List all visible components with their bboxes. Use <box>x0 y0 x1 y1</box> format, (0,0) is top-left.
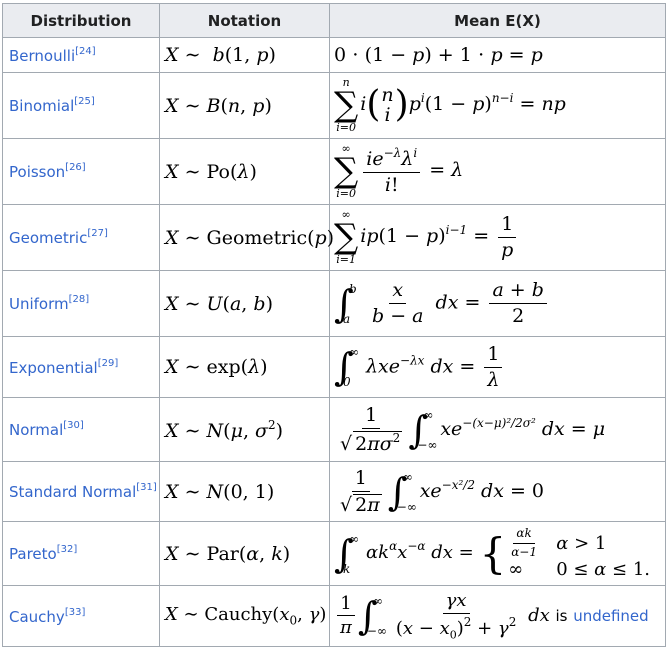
distribution-link[interactable]: Pareto <box>9 545 57 563</box>
mean-formula: ∫ ∞ k αkαx−α dx = {αk α−1 α > 1 ∞ 0 ≤ α ≤ 1. <box>329 521 666 586</box>
header-distribution: Distribution <box>2 3 160 38</box>
distribution-link[interactable]: Cauchy <box>9 608 65 626</box>
header-mean: Mean E(X) <box>329 3 666 38</box>
mean-formula: 1 √ 2πσ2 ∫ ∞ −∞ xe−(x−μ)²/2σ² dx = μ <box>329 397 666 462</box>
mean-formula: n ∑ i=0 i(n i) pi(1 − p)n−i = np <box>329 72 666 139</box>
reference-link[interactable]: [28] <box>69 294 90 305</box>
distribution-link[interactable]: Uniform <box>9 295 69 313</box>
table-row: Bernoulli[24] X ∼ b(1, p) 0 ⋅ (1 − p) + … <box>2 37 666 73</box>
table-row: Normal[30] X ∼ N(μ, σ2) 1 √ 2πσ2 ∫ ∞ −∞ xe−(x−… <box>2 397 666 462</box>
distribution-link[interactable]: Geometric <box>9 229 87 247</box>
reference-link[interactable]: [29] <box>98 358 119 369</box>
reference-link[interactable]: [33] <box>65 607 86 618</box>
table-row: Geometric[27] X ∼ Geometric(p) ∞ ∑ i=1 ip(1… <box>2 204 666 271</box>
table-row: Cauchy[33] X ∼ Cauchy(x0, γ) 1 π ∫ ∞ −∞ γx (x … <box>2 585 666 647</box>
reference-link[interactable]: [32] <box>57 544 78 555</box>
distribution-link[interactable]: Normal <box>9 421 63 439</box>
notation-formula: X ∼ N(μ, σ2) <box>159 397 330 462</box>
table-row: Binomial[25] X ∼ B(n, p) n ∑ i=0 i(n i) pi(1 … <box>2 72 666 139</box>
distribution-means-table: Distribution Notation Mean E(X) Bernoull… <box>2 3 666 647</box>
reference-link[interactable]: [25] <box>74 96 95 107</box>
reference-link[interactable]: [31] <box>136 482 157 493</box>
notation-formula: X ∼ Geometric(p) <box>159 204 334 271</box>
distribution-cell: Standard Normal[31] <box>2 461 160 522</box>
notation-formula: X ∼ exp(λ) <box>159 336 330 398</box>
distribution-cell: Poisson[26] <box>2 138 160 205</box>
table-row: Poisson[26] X ∼ Po(λ) ∞ ∑ i=0 ie−λλi i! = λ <box>2 138 666 205</box>
mean-formula: ∫ ∞ 0 λxe−λx dx = 1λ <box>329 336 666 398</box>
distribution-cell: Geometric[27] <box>2 204 160 271</box>
undefined-link[interactable]: undefined <box>573 607 648 625</box>
distribution-cell: Uniform[28] <box>2 270 160 337</box>
reference-link[interactable]: [27] <box>87 228 108 239</box>
distribution-cell: Cauchy[33] <box>2 585 160 647</box>
distribution-cell: Exponential[29] <box>2 336 160 398</box>
distribution-link[interactable]: Bernoulli <box>9 47 75 65</box>
mean-formula: ∞ ∑ i=1 ip(1 − p)i−1 = 1p <box>329 204 666 271</box>
mean-formula: 1 √ 2π ∫ ∞ −∞ xe−x²/2 dx = 0 <box>329 461 666 522</box>
mean-formula: 0 ⋅ (1 − p) + 1 ⋅ p = p <box>329 37 666 73</box>
distribution-cell: Normal[30] <box>2 397 160 462</box>
table-row: Uniform[28] X ∼ U(a, b) ∫ b a x b − a dx = a… <box>2 270 666 337</box>
mean-formula: 1 π ∫ ∞ −∞ γx (x − x0)2 + γ2 dx is undefined <box>329 585 666 647</box>
notation-formula: X ∼ Par(α, k) <box>159 521 330 586</box>
distribution-cell: Pareto[32] <box>2 521 160 586</box>
notation-formula: X ∼ Po(λ) <box>159 138 330 205</box>
reference-link[interactable]: [24] <box>75 46 96 57</box>
mean-formula: ∫ b a x b − a dx = a + b2 <box>329 270 666 337</box>
reference-link[interactable]: [26] <box>65 162 86 173</box>
distribution-link[interactable]: Poisson <box>9 163 65 181</box>
distribution-link[interactable]: Standard Normal <box>9 483 136 501</box>
reference-link[interactable]: [30] <box>63 420 84 431</box>
distribution-link[interactable]: Exponential <box>9 359 98 377</box>
distribution-cell: Bernoulli[24] <box>2 37 160 73</box>
notation-formula: X ∼ b(1, p) <box>159 37 330 73</box>
is-text: is <box>555 606 568 625</box>
notation-formula: X ∼ U(a, b) <box>159 270 330 337</box>
header-notation: Notation <box>159 3 330 38</box>
notation-formula: X ∼ Cauchy(x0, γ) <box>159 585 330 647</box>
table-row: Exponential[29] X ∼ exp(λ) ∫ ∞ 0 λxe−λx dx … <box>2 336 666 398</box>
notation-formula: X ∼ N(0, 1) <box>159 461 330 522</box>
header-row: Distribution Notation Mean E(X) <box>2 3 666 38</box>
mean-formula: ∞ ∑ i=0 ie−λλi i! = λ <box>329 138 666 205</box>
distribution-link[interactable]: Binomial <box>9 97 74 115</box>
distribution-cell: Binomial[25] <box>2 72 160 139</box>
table-row: Standard Normal[31] X ∼ N(0, 1) 1 √ 2π ∫ ∞ −∞… <box>2 461 666 522</box>
table-row: Pareto[32] X ∼ Par(α, k) ∫ ∞ k αkαx−α dx = … <box>2 521 666 586</box>
notation-formula: X ∼ B(n, p) <box>159 72 330 139</box>
